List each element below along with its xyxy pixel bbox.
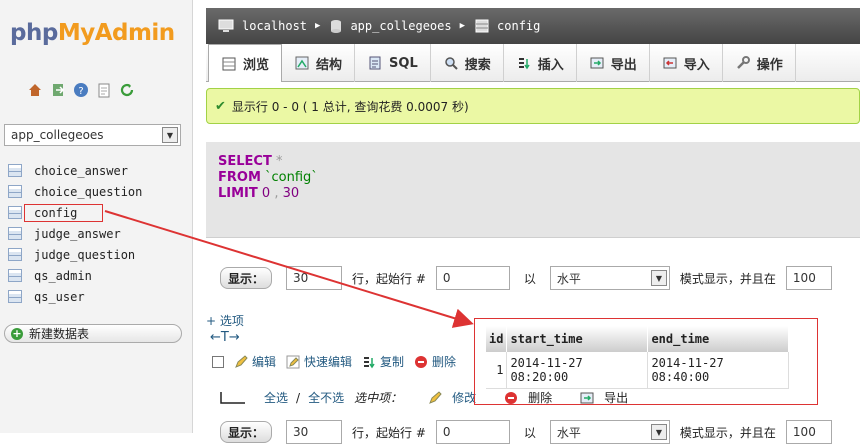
table-item[interactable]: choice_answer <box>0 160 192 181</box>
table-item[interactable]: qs_user <box>0 286 192 307</box>
home-icon[interactable] <box>26 81 43 98</box>
check-all-link[interactable]: 全选 <box>264 389 288 406</box>
start-row-input[interactable]: 0 <box>435 420 510 444</box>
tab-export[interactable]: 导出 <box>577 44 650 82</box>
copy-icon[interactable] <box>362 355 376 369</box>
tab-bar: 浏览 结构 SQL 搜索 插入 导出 导入 操作 <box>206 44 860 82</box>
copy-link[interactable]: 复制 <box>380 353 404 370</box>
show-button[interactable]: 显示： <box>220 267 273 289</box>
chevron-down-icon: ▼ <box>162 127 178 143</box>
chevron-down-icon: ▼ <box>650 270 667 286</box>
highlight-box <box>474 318 818 405</box>
chevron-right-icon: ▶ <box>315 21 321 31</box>
table-icon <box>8 248 22 261</box>
export-icon <box>589 55 605 71</box>
edit-link[interactable]: 编辑 <box>252 353 276 370</box>
pencil-icon[interactable] <box>234 354 248 369</box>
display-mode-select[interactable]: 水平 ▼ <box>549 266 670 290</box>
sql-query-box: SELECT * FROM `config` LIMIT 0 , 30 <box>206 142 860 238</box>
options-link[interactable]: + 选项 <box>206 312 244 329</box>
table-icon <box>8 290 22 303</box>
table-item[interactable]: choice_question <box>0 181 192 202</box>
quick-links: ? <box>26 81 135 98</box>
uncheck-all-link[interactable]: 全不选 <box>308 389 344 406</box>
check-icon: ✔ <box>215 98 226 114</box>
repeat-headers-input[interactable]: 100 <box>785 266 832 290</box>
navigation-panel: phpMyAdmin ? app_collegeoes ▼ choice_answ… <box>0 0 193 433</box>
exit-icon[interactable] <box>49 81 66 98</box>
breadcrumb-database[interactable]: app_collegeoes <box>350 19 451 33</box>
navigation-row-bottom: 显示： 30 行，起始行 # 0 以 水平 ▼ 模式显示，并且在 100 <box>220 418 832 446</box>
show-button[interactable]: 显示： <box>220 421 273 443</box>
pencil-icon[interactable] <box>428 390 442 405</box>
table-icon <box>8 269 22 282</box>
chevron-right-icon: ▶ <box>459 21 466 31</box>
insert-icon <box>516 55 532 71</box>
breadcrumb: localhost ▶ app_collegeoes ▶ config <box>206 8 860 44</box>
svg-text:?: ? <box>78 86 83 97</box>
sql-icon <box>367 55 383 71</box>
table-list: choice_answer choice_question config jud… <box>0 160 192 307</box>
plus-icon: + <box>11 326 23 340</box>
table-item[interactable]: qs_admin <box>0 265 192 286</box>
table-icon <box>8 206 22 219</box>
breadcrumb-server[interactable]: localhost <box>242 19 307 33</box>
table-icon <box>475 19 489 33</box>
wrench-icon <box>735 55 751 71</box>
tab-structure[interactable]: 结构 <box>282 44 356 82</box>
main-panel: localhost ▶ app_collegeoes ▶ config 浏览 结… <box>206 0 860 444</box>
tab-insert[interactable]: 插入 <box>504 44 577 82</box>
database-icon <box>330 19 342 33</box>
tab-sql[interactable]: SQL <box>355 44 431 82</box>
repeat-headers-input[interactable]: 100 <box>785 420 832 444</box>
database-select[interactable]: app_collegeoes ▼ <box>4 124 181 146</box>
tab-search[interactable]: 搜索 <box>431 44 504 82</box>
rows-input[interactable]: 30 <box>286 420 343 444</box>
bulk-change-link[interactable]: 修改 <box>452 389 476 406</box>
table-icon <box>8 164 22 177</box>
new-table-button[interactable]: + 新建数据表 <box>4 324 182 343</box>
phpmyadmin-logo[interactable]: phpMyAdmin <box>10 20 175 46</box>
start-row-input[interactable]: 0 <box>435 266 510 290</box>
server-icon <box>218 19 234 33</box>
delete-link[interactable]: 删除 <box>432 353 456 370</box>
breadcrumb-table[interactable]: config <box>497 19 540 33</box>
row-checkbox[interactable] <box>212 355 224 368</box>
chevron-down-icon: ▼ <box>650 424 667 440</box>
column-arrows[interactable]: ←T→ <box>210 330 240 345</box>
display-mode-select[interactable]: 水平 ▼ <box>549 420 670 444</box>
navigation-row-top: 显示： 30 行，起始行 # 0 以 水平 ▼ 模式显示，并且在 100 <box>220 264 832 292</box>
tab-browse[interactable]: 浏览 <box>208 44 283 82</box>
reload-icon[interactable] <box>118 81 135 98</box>
table-item[interactable]: judge_answer <box>0 223 192 244</box>
tab-operations[interactable]: 操作 <box>723 44 796 82</box>
table-icon <box>8 227 22 240</box>
quick-edit-link[interactable]: 快速编辑 <box>304 353 352 370</box>
search-icon <box>443 55 459 71</box>
import-icon <box>662 55 678 71</box>
check-all-arrow-icon <box>220 391 245 404</box>
success-message: ✔ 显示行 0 - 0 ( 1 总计, 查询花费 0.0007 秒) <box>206 88 860 124</box>
browse-icon <box>221 56 237 72</box>
delete-icon[interactable] <box>414 355 428 369</box>
structure-icon <box>294 55 310 71</box>
table-item[interactable]: judge_question <box>0 244 192 265</box>
docs-icon[interactable] <box>95 81 112 98</box>
row-actions: 编辑 快速编辑 复制 删除 <box>212 353 466 370</box>
help-icon[interactable]: ? <box>72 81 89 98</box>
table-item-selected[interactable]: config <box>0 202 192 223</box>
rows-input[interactable]: 30 <box>286 266 343 290</box>
quick-edit-icon[interactable] <box>286 355 300 369</box>
table-icon <box>8 185 22 198</box>
tab-import[interactable]: 导入 <box>650 44 723 82</box>
